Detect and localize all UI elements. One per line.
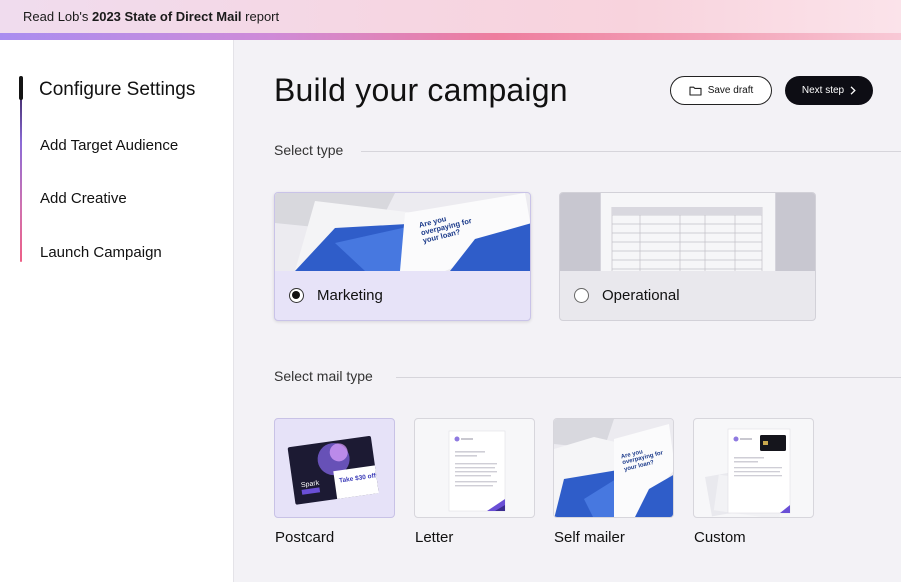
marketing-label: Marketing (317, 287, 383, 304)
marketing-thumbnail: Are you overpaying for your loan? (275, 193, 530, 271)
main-content: Build your campaign Save draft Next step… (235, 40, 901, 582)
operational-thumbnail (560, 193, 815, 271)
banner-suffix: report (241, 9, 280, 24)
folder-icon (689, 86, 702, 96)
letter-thumbnail (448, 430, 506, 512)
save-draft-button[interactable]: Save draft (670, 76, 772, 105)
self-mailer-thumbnail (554, 419, 673, 517)
step-configure-settings[interactable]: Configure Settings (39, 79, 195, 101)
postcard-thumbnail (287, 435, 379, 505)
type-card-operational[interactable]: Operational (559, 192, 816, 321)
select-mail-type-label: Select mail type (274, 368, 373, 384)
step-add-creative[interactable]: Add Creative (40, 190, 127, 207)
select-type-divider (361, 151, 901, 152)
page-title: Build your campaign (274, 72, 568, 108)
letter-label: Letter (415, 529, 454, 546)
progress-line (20, 78, 22, 262)
next-step-button[interactable]: Next step (785, 76, 873, 105)
mail-card-self-mailer[interactable]: Are you overpaying for your loan? (553, 418, 674, 518)
step-add-target-audience[interactable]: Add Target Audience (40, 137, 178, 154)
operational-radio[interactable] (574, 288, 589, 303)
select-mail-type-divider (396, 377, 901, 378)
next-step-label: Next step (801, 85, 845, 96)
select-type-label: Select type (274, 142, 344, 158)
banner-link[interactable]: Read Lob's 2023 State of Direct Mail rep… (23, 9, 279, 24)
banner-gradient-bar (0, 33, 901, 40)
postcard-label: Postcard (275, 529, 335, 546)
step-launch-campaign[interactable]: Launch Campaign (40, 244, 162, 261)
chevron-right-icon (850, 86, 856, 95)
custom-label: Custom (694, 529, 746, 546)
save-draft-label: Save draft (707, 85, 754, 96)
promo-banner[interactable]: Read Lob's 2023 State of Direct Mail rep… (0, 0, 901, 40)
steps-sidebar: Configure Settings Add Target Audience A… (0, 40, 234, 582)
progress-active-marker (19, 76, 23, 100)
marketing-radio[interactable] (289, 288, 304, 303)
mail-card-custom[interactable] (693, 418, 814, 518)
mail-card-postcard[interactable]: Spark Take $30 off (274, 418, 395, 518)
type-card-marketing[interactable]: Are you overpaying for your loan? Market… (274, 192, 531, 321)
custom-thumbnail (705, 428, 791, 517)
banner-prefix: Read Lob's (23, 9, 92, 24)
banner-bold: 2023 State of Direct Mail (91, 9, 242, 24)
mail-card-letter[interactable] (414, 418, 535, 518)
operational-label: Operational (602, 287, 680, 304)
self-mailer-label: Self mailer (554, 529, 625, 546)
